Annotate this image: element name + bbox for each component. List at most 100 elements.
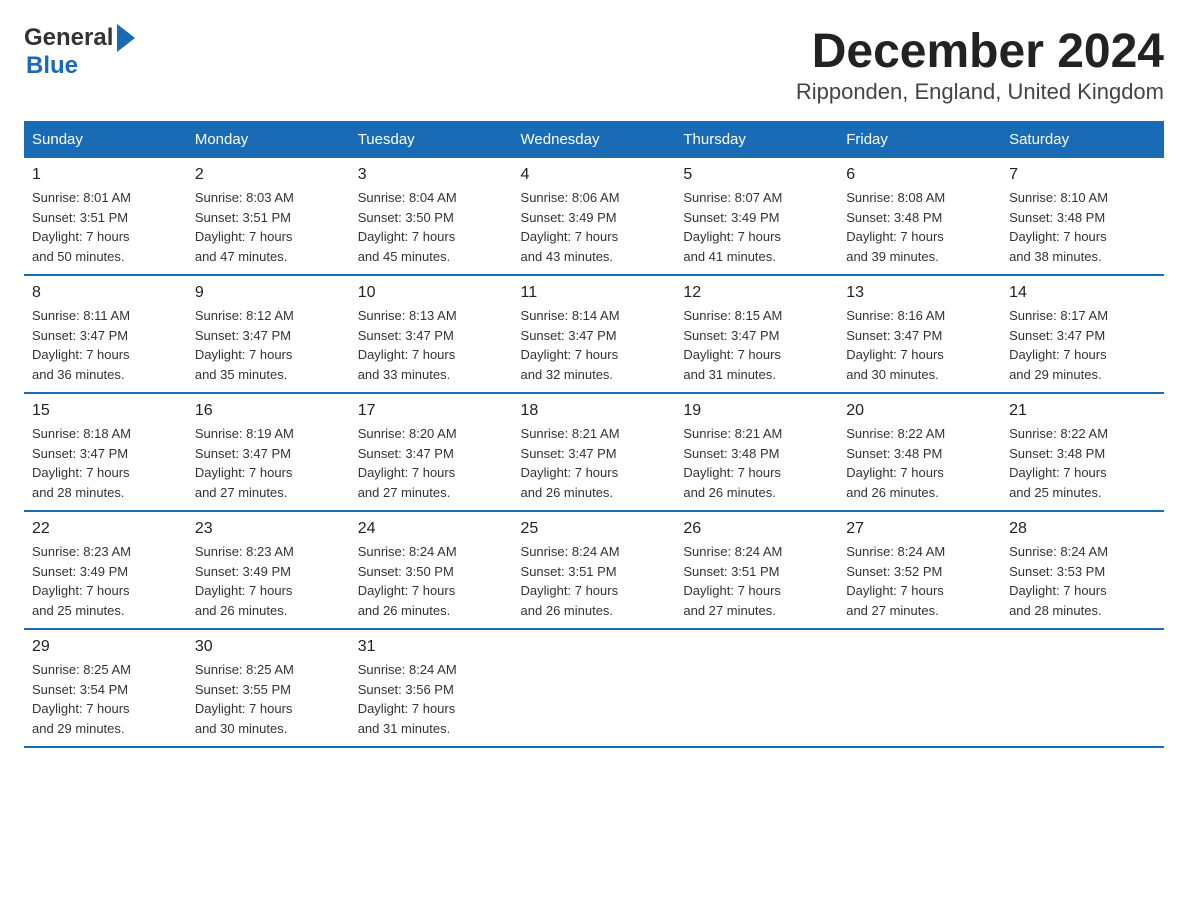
day-number: 23: [195, 520, 342, 538]
day-info: Sunrise: 8:08 AMSunset: 3:48 PMDaylight:…: [846, 188, 993, 266]
day-info: Sunrise: 8:22 AMSunset: 3:48 PMDaylight:…: [846, 424, 993, 502]
day-cell: 30 Sunrise: 8:25 AMSunset: 3:55 PMDaylig…: [187, 629, 350, 747]
column-header-monday: Monday: [187, 121, 350, 158]
day-number: 13: [846, 284, 993, 302]
day-number: 27: [846, 520, 993, 538]
day-cell: 17 Sunrise: 8:20 AMSunset: 3:47 PMDaylig…: [350, 393, 513, 511]
day-cell: 9 Sunrise: 8:12 AMSunset: 3:47 PMDayligh…: [187, 275, 350, 393]
day-number: 12: [683, 284, 830, 302]
column-header-thursday: Thursday: [675, 121, 838, 158]
week-row-5: 29 Sunrise: 8:25 AMSunset: 3:54 PMDaylig…: [24, 629, 1164, 747]
day-number: 5: [683, 166, 830, 184]
day-number: 28: [1009, 520, 1156, 538]
day-number: 26: [683, 520, 830, 538]
day-number: 18: [521, 402, 668, 420]
day-cell: 29 Sunrise: 8:25 AMSunset: 3:54 PMDaylig…: [24, 629, 187, 747]
day-number: 2: [195, 166, 342, 184]
logo: General Blue: [24, 24, 135, 80]
day-cell: 26 Sunrise: 8:24 AMSunset: 3:51 PMDaylig…: [675, 511, 838, 629]
day-cell: 23 Sunrise: 8:23 AMSunset: 3:49 PMDaylig…: [187, 511, 350, 629]
day-cell: [838, 629, 1001, 747]
day-number: 8: [32, 284, 179, 302]
day-cell: [1001, 629, 1164, 747]
day-cell: 6 Sunrise: 8:08 AMSunset: 3:48 PMDayligh…: [838, 158, 1001, 275]
day-info: Sunrise: 8:13 AMSunset: 3:47 PMDaylight:…: [358, 306, 505, 384]
day-number: 14: [1009, 284, 1156, 302]
day-number: 19: [683, 402, 830, 420]
week-row-1: 1 Sunrise: 8:01 AMSunset: 3:51 PMDayligh…: [24, 158, 1164, 275]
day-cell: 5 Sunrise: 8:07 AMSunset: 3:49 PMDayligh…: [675, 158, 838, 275]
day-number: 15: [32, 402, 179, 420]
day-number: 22: [32, 520, 179, 538]
week-row-3: 15 Sunrise: 8:18 AMSunset: 3:47 PMDaylig…: [24, 393, 1164, 511]
day-info: Sunrise: 8:14 AMSunset: 3:47 PMDaylight:…: [521, 306, 668, 384]
day-number: 16: [195, 402, 342, 420]
day-cell: 8 Sunrise: 8:11 AMSunset: 3:47 PMDayligh…: [24, 275, 187, 393]
logo-arrow-icon: [117, 24, 135, 52]
day-info: Sunrise: 8:10 AMSunset: 3:48 PMDaylight:…: [1009, 188, 1156, 266]
calendar-title: December 2024: [796, 24, 1164, 79]
day-info: Sunrise: 8:25 AMSunset: 3:54 PMDaylight:…: [32, 660, 179, 738]
day-cell: 28 Sunrise: 8:24 AMSunset: 3:53 PMDaylig…: [1001, 511, 1164, 629]
day-cell: 27 Sunrise: 8:24 AMSunset: 3:52 PMDaylig…: [838, 511, 1001, 629]
column-header-tuesday: Tuesday: [350, 121, 513, 158]
day-number: 6: [846, 166, 993, 184]
day-info: Sunrise: 8:18 AMSunset: 3:47 PMDaylight:…: [32, 424, 179, 502]
day-info: Sunrise: 8:06 AMSunset: 3:49 PMDaylight:…: [521, 188, 668, 266]
day-number: 20: [846, 402, 993, 420]
day-cell: [513, 629, 676, 747]
day-number: 30: [195, 638, 342, 656]
column-header-saturday: Saturday: [1001, 121, 1164, 158]
logo-general-text: General: [24, 24, 113, 52]
day-number: 7: [1009, 166, 1156, 184]
column-header-friday: Friday: [838, 121, 1001, 158]
column-header-wednesday: Wednesday: [513, 121, 676, 158]
day-info: Sunrise: 8:16 AMSunset: 3:47 PMDaylight:…: [846, 306, 993, 384]
day-info: Sunrise: 8:24 AMSunset: 3:50 PMDaylight:…: [358, 542, 505, 620]
day-info: Sunrise: 8:17 AMSunset: 3:47 PMDaylight:…: [1009, 306, 1156, 384]
calendar-table: SundayMondayTuesdayWednesdayThursdayFrid…: [24, 121, 1164, 748]
day-info: Sunrise: 8:03 AMSunset: 3:51 PMDaylight:…: [195, 188, 342, 266]
day-info: Sunrise: 8:21 AMSunset: 3:48 PMDaylight:…: [683, 424, 830, 502]
day-info: Sunrise: 8:24 AMSunset: 3:51 PMDaylight:…: [521, 542, 668, 620]
day-cell: [675, 629, 838, 747]
day-info: Sunrise: 8:20 AMSunset: 3:47 PMDaylight:…: [358, 424, 505, 502]
day-number: 25: [521, 520, 668, 538]
day-number: 11: [521, 284, 668, 302]
day-info: Sunrise: 8:11 AMSunset: 3:47 PMDaylight:…: [32, 306, 179, 384]
column-header-sunday: Sunday: [24, 121, 187, 158]
day-info: Sunrise: 8:24 AMSunset: 3:53 PMDaylight:…: [1009, 542, 1156, 620]
day-cell: 2 Sunrise: 8:03 AMSunset: 3:51 PMDayligh…: [187, 158, 350, 275]
day-info: Sunrise: 8:19 AMSunset: 3:47 PMDaylight:…: [195, 424, 342, 502]
day-info: Sunrise: 8:21 AMSunset: 3:47 PMDaylight:…: [521, 424, 668, 502]
title-block: December 2024 Ripponden, England, United…: [796, 24, 1164, 105]
day-cell: 25 Sunrise: 8:24 AMSunset: 3:51 PMDaylig…: [513, 511, 676, 629]
calendar-subtitle: Ripponden, England, United Kingdom: [796, 79, 1164, 105]
day-cell: 20 Sunrise: 8:22 AMSunset: 3:48 PMDaylig…: [838, 393, 1001, 511]
calendar-header-row: SundayMondayTuesdayWednesdayThursdayFrid…: [24, 121, 1164, 158]
day-cell: 11 Sunrise: 8:14 AMSunset: 3:47 PMDaylig…: [513, 275, 676, 393]
day-cell: 18 Sunrise: 8:21 AMSunset: 3:47 PMDaylig…: [513, 393, 676, 511]
day-cell: 21 Sunrise: 8:22 AMSunset: 3:48 PMDaylig…: [1001, 393, 1164, 511]
day-info: Sunrise: 8:01 AMSunset: 3:51 PMDaylight:…: [32, 188, 179, 266]
day-info: Sunrise: 8:23 AMSunset: 3:49 PMDaylight:…: [32, 542, 179, 620]
day-info: Sunrise: 8:12 AMSunset: 3:47 PMDaylight:…: [195, 306, 342, 384]
day-number: 21: [1009, 402, 1156, 420]
day-cell: 31 Sunrise: 8:24 AMSunset: 3:56 PMDaylig…: [350, 629, 513, 747]
day-cell: 15 Sunrise: 8:18 AMSunset: 3:47 PMDaylig…: [24, 393, 187, 511]
logo-blue-text: Blue: [26, 52, 78, 80]
day-cell: 24 Sunrise: 8:24 AMSunset: 3:50 PMDaylig…: [350, 511, 513, 629]
day-info: Sunrise: 8:23 AMSunset: 3:49 PMDaylight:…: [195, 542, 342, 620]
day-cell: 7 Sunrise: 8:10 AMSunset: 3:48 PMDayligh…: [1001, 158, 1164, 275]
day-number: 3: [358, 166, 505, 184]
day-cell: 19 Sunrise: 8:21 AMSunset: 3:48 PMDaylig…: [675, 393, 838, 511]
day-number: 10: [358, 284, 505, 302]
day-cell: 1 Sunrise: 8:01 AMSunset: 3:51 PMDayligh…: [24, 158, 187, 275]
day-cell: 12 Sunrise: 8:15 AMSunset: 3:47 PMDaylig…: [675, 275, 838, 393]
day-info: Sunrise: 8:25 AMSunset: 3:55 PMDaylight:…: [195, 660, 342, 738]
day-info: Sunrise: 8:24 AMSunset: 3:56 PMDaylight:…: [358, 660, 505, 738]
day-number: 29: [32, 638, 179, 656]
day-number: 24: [358, 520, 505, 538]
day-number: 4: [521, 166, 668, 184]
page-header: General Blue December 2024 Ripponden, En…: [24, 24, 1164, 105]
